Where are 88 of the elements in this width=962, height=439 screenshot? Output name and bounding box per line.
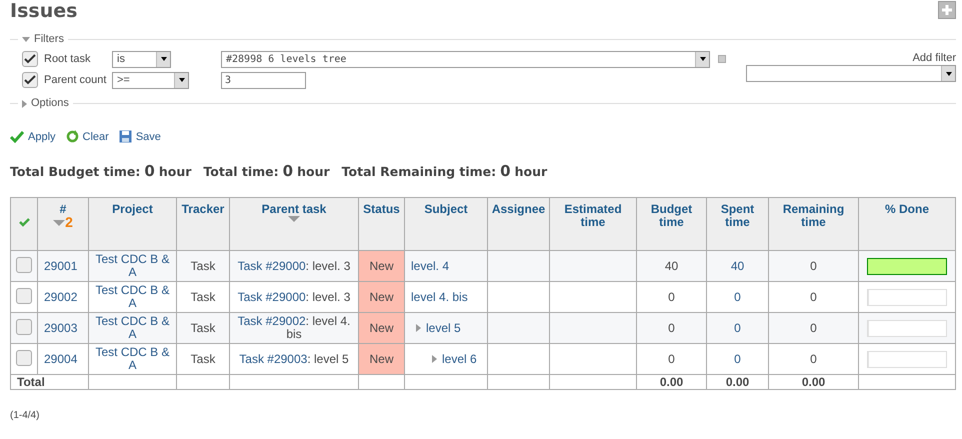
add-icon[interactable] — [938, 1, 956, 19]
sort-rank: 2 — [65, 216, 73, 229]
table-cell: Task — [176, 250, 230, 282]
spent-time-link[interactable]: 0 — [734, 352, 741, 366]
parent-task-link[interactable]: Task #29003 — [239, 352, 308, 366]
action-link[interactable]: Clear — [82, 130, 109, 142]
total-unit: hour — [514, 164, 548, 179]
expand-icon[interactable] — [22, 100, 27, 108]
total-cell: 0.00 — [636, 374, 706, 390]
total-label: Total Budget time: — [10, 164, 140, 179]
row-checkbox[interactable] — [16, 256, 32, 272]
column-header[interactable]: # 2 — [38, 198, 88, 250]
value-field[interactable]: 3 — [221, 72, 306, 88]
column-header[interactable]: Status — [358, 198, 404, 250]
table-cell: 0 — [636, 282, 706, 312]
row-checkbox[interactable] — [16, 288, 32, 304]
column-header[interactable]: Project — [88, 198, 176, 250]
subject-link[interactable]: level 6 — [442, 352, 477, 366]
row-checkbox[interactable] — [16, 318, 32, 334]
parent-task-link[interactable]: Task #29002 — [238, 314, 306, 328]
table-cell: 0 — [768, 344, 858, 374]
table-cell: 0 — [636, 312, 706, 344]
checkmark-icon[interactable] — [18, 218, 30, 227]
filters-legend[interactable]: Filters — [34, 33, 64, 46]
total-unit: hour — [158, 164, 192, 179]
filter-checkbox[interactable] — [22, 72, 38, 88]
total-value: 0 — [500, 162, 511, 180]
column-header[interactable]: Remaining time — [768, 198, 858, 250]
operator-select[interactable]: is — [112, 50, 171, 68]
total-unit: hour — [297, 164, 330, 179]
action-link[interactable]: Apply — [28, 130, 56, 142]
sort-icon — [53, 220, 66, 226]
tree-arrow-icon[interactable] — [416, 324, 421, 332]
add-filter-select[interactable] — [746, 65, 956, 82]
column-header[interactable]: Budget time — [636, 198, 706, 250]
total-cell: 0.00 — [706, 374, 768, 390]
status-cell: New — [358, 250, 404, 282]
add-filter-label: Add filter — [912, 52, 956, 65]
filter-checkbox[interactable] — [22, 51, 38, 67]
column-header[interactable]: Spent time — [706, 198, 768, 250]
status-cell: New — [358, 282, 404, 312]
column-header[interactable]: Parent task — [230, 198, 358, 250]
parent-task-link[interactable]: Task #29000 — [238, 258, 306, 272]
add-icon[interactable] — [718, 55, 726, 63]
parent-task-cell: Task #29000: level. 3 — [230, 282, 358, 312]
column-header[interactable]: Assignee — [488, 198, 550, 250]
filter-label: Parent count — [44, 74, 108, 86]
total-value: 0 — [144, 162, 155, 180]
parent-task-cell: Task #29002: level 4. bis — [230, 312, 358, 344]
column-header[interactable]: Estimated time — [550, 198, 636, 250]
column-header[interactable]: Tracker — [176, 198, 230, 250]
table-cell: 0 — [768, 250, 858, 282]
checkmark-icon — [10, 130, 24, 142]
value-select[interactable]: #28998 6 levels tree — [221, 50, 710, 68]
subject-link[interactable]: level 5 — [426, 320, 461, 334]
spent-time-link[interactable]: 40 — [730, 258, 744, 272]
parent-task-cell: Task #29000: level. 3 — [230, 250, 358, 282]
total-row-label: Total — [17, 374, 45, 388]
spent-time-link[interactable]: 0 — [734, 290, 741, 304]
sort-icon — [288, 216, 300, 222]
refresh-icon — [66, 130, 79, 143]
total-label: Total time: — [203, 164, 279, 179]
table-cell: Task — [176, 344, 230, 374]
parent-task-cell: Task #29003: level 5 — [230, 344, 358, 374]
parent-task-link[interactable]: Task #29000 — [238, 290, 306, 304]
status-cell: New — [358, 312, 404, 344]
table-cell: 0 — [768, 282, 858, 312]
filter-label: Root task — [44, 53, 92, 65]
options-legend[interactable]: Options — [31, 97, 69, 110]
total-value: 0 — [282, 162, 294, 180]
status-cell: New — [358, 344, 404, 374]
table-cell: Task — [176, 312, 230, 344]
column-header[interactable]: % Done — [858, 198, 956, 250]
table-cell: Task — [176, 282, 230, 312]
collapse-icon[interactable] — [22, 37, 30, 42]
table-cell: 0 — [636, 344, 706, 374]
action-link[interactable]: Save — [136, 130, 161, 142]
pagination-text: (1-4/4) — [10, 410, 40, 421]
table-cell: 0 — [768, 312, 858, 344]
total-label: Total Remaining time: — [342, 164, 496, 179]
tree-arrow-icon[interactable] — [432, 355, 437, 364]
spent-time-link[interactable]: 0 — [734, 320, 741, 334]
operator-select[interactable]: >= — [112, 72, 189, 88]
column-header[interactable]: Subject — [404, 198, 488, 250]
page-title: Issues — [10, 0, 78, 22]
row-checkbox[interactable] — [16, 350, 32, 366]
total-cell: 0.00 — [768, 374, 858, 390]
table-cell: 40 — [636, 250, 706, 282]
